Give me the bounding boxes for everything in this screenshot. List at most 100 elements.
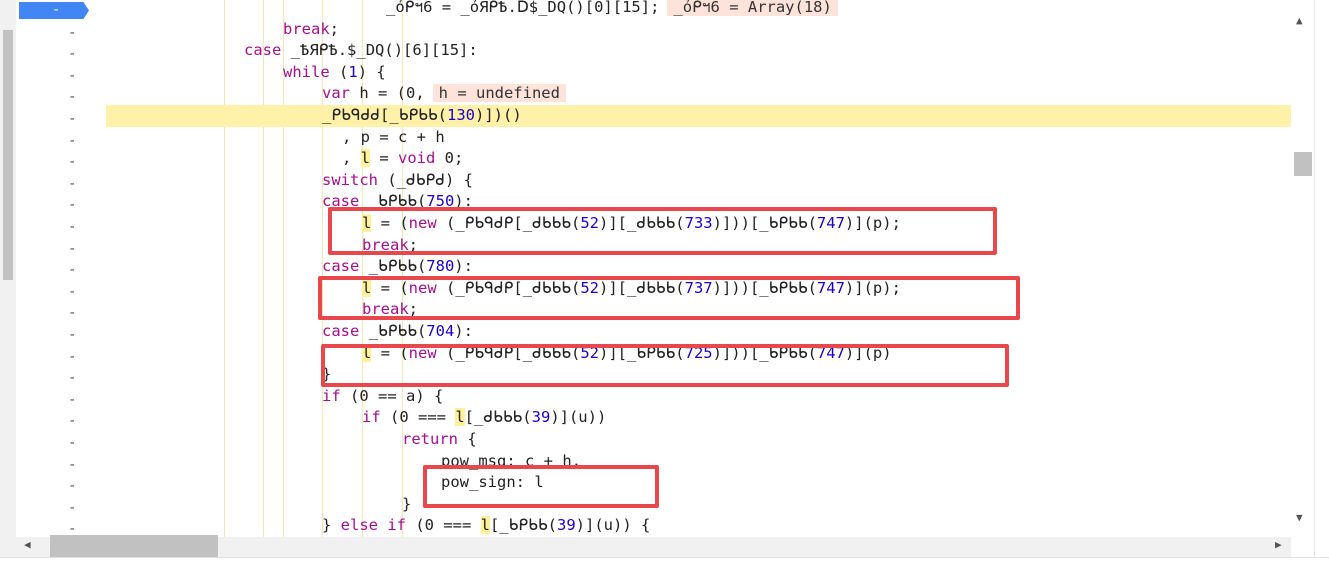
gutter-marker: - (68, 435, 77, 451)
gutter-line[interactable]: - (16, 282, 106, 304)
gutter-marker: - (68, 478, 77, 495)
annotation-box-case-704 (321, 344, 1009, 387)
scroll-right-icon[interactable]: ▶ (1275, 538, 1282, 551)
gutter-line[interactable]: - (16, 174, 106, 196)
current-execution-line[interactable]: _ᑭᑲᑫᑯᑯ[_ᑲᑭᑲᑲ(130)])() (106, 105, 1291, 127)
gutter-line[interactable]: - (16, 131, 106, 153)
gutter-marker: - (68, 413, 77, 430)
gutter-line[interactable]: - (16, 152, 106, 174)
code-line[interactable]: return { (106, 429, 1291, 451)
code-text: switch (_ᑯᑲᑭᑯ) { (322, 170, 473, 189)
gutter-marker: - (68, 219, 77, 235)
code-text: case _ᑲᑭᑲᑲ(780): (322, 257, 473, 276)
annotation-box-case-780 (318, 276, 1020, 320)
code-line[interactable]: } (106, 494, 1291, 516)
gutter-line[interactable]: - (16, 109, 106, 131)
code-text: case _ᑲᑭᑲᑲ(704): (322, 322, 473, 340)
gutter-marker: - (68, 456, 77, 473)
code-text: _ᑭᑲᑫᑯᑯ[_ᑲᑭᑲᑲ(130)])() (322, 106, 522, 124)
vertical-scrollbar[interactable] (1291, 8, 1314, 528)
code-line[interactable]: _ỏᑭฯ6 = _ỏЯᑭѢ.ᗞ$_DQ()[0][15]; _ỏᑭฯ6 = Arr… (106, 0, 1291, 19)
gutter-line[interactable]: - (16, 23, 106, 45)
gutter-line[interactable]: - (16, 66, 106, 88)
scroll-up-icon[interactable]: ▲ (1296, 14, 1303, 27)
code-line[interactable]: , l = void 0; (106, 148, 1291, 170)
vertical-scroll-thumb[interactable] (1294, 152, 1312, 176)
gutter-marker: - (68, 283, 77, 300)
code-line[interactable]: pow_msg: c + h, (106, 451, 1291, 473)
code-line[interactable]: case _ᑲᑭᑲᑲ(780): (106, 256, 1291, 278)
code-text: if (0 == a) { (322, 386, 444, 405)
gutter-marker: - (68, 391, 77, 408)
code-line[interactable]: pow_sign: l (106, 472, 1291, 494)
gutter-line[interactable]: - (16, 433, 106, 455)
gutter-marker: - (68, 67, 77, 84)
code-line[interactable]: break; (106, 19, 1291, 41)
gutter-line[interactable]: - (16, 44, 106, 66)
code-line[interactable]: } else if (0 === l[_ᑲᑭᑲᑲ(39)](u)) { (106, 515, 1291, 537)
gutter-line[interactable]: - (16, 239, 106, 261)
gutter-line[interactable]: - (16, 195, 106, 217)
horizontal-scroll-thumb[interactable] (50, 535, 218, 557)
gutter-marker: - (68, 262, 77, 279)
gutter-line[interactable]: - (16, 476, 106, 498)
inline-value-preview: _ỏᑭฯ6 = Array(18) (667, 0, 838, 16)
code-line[interactable]: switch (_ᑯᑲᑭᑯ) { (106, 170, 1291, 192)
gutter-line[interactable]: - (16, 368, 106, 390)
gutter-marker: - (68, 24, 77, 41)
scroll-left-icon[interactable]: ◀ (24, 538, 31, 551)
code-editor[interactable]: _ỏᑭฯ6 = _ỏЯᑭѢ.ᗞ$_DQ()[0][15]; _ỏᑭฯ6 = Arr… (106, 0, 1291, 537)
status-strip (0, 557, 1329, 571)
code-text: if (0 === l[_ᑯᑲᑲᑲ(39)](u)) (362, 408, 607, 427)
gutter-line[interactable]: - (16, 87, 106, 109)
code-line[interactable]: if (0 === l[_ᑯᑲᑲᑲ(39)](u)) (106, 407, 1291, 429)
gutter-marker: - (68, 197, 77, 214)
gutter-marker: - (68, 348, 77, 365)
code-text: while (1) { (283, 62, 386, 81)
gutter-marker: - (68, 154, 77, 171)
gutter-marker: - (68, 111, 77, 127)
gutter-line[interactable]: - (16, 390, 106, 412)
code-text: , p = c + h (342, 127, 445, 146)
gutter-marker: - (68, 327, 77, 343)
left-panel-scroll-thumb[interactable] (3, 30, 13, 280)
code-line[interactable]: case _ᑲᑭᑲᑲ(704): (106, 321, 1291, 343)
code-text: } else if (0 === l[_ᑲᑭᑲᑲ(39)](u)) { (322, 516, 651, 535)
scroll-down-icon[interactable]: ▼ (1296, 511, 1303, 524)
gutter-marker: - (68, 499, 77, 516)
gutter-line[interactable]: - (16, 498, 106, 520)
breakpoint-marker[interactable]: - (19, 2, 89, 19)
code-text: return { (402, 430, 477, 448)
gutter-marker: - (68, 370, 77, 387)
annotation-box-case-750 (328, 207, 997, 255)
gutter-marker: - (52, 2, 61, 18)
left-panel-scrollbar[interactable] (0, 0, 17, 557)
inline-value-preview: h = undefined (432, 84, 566, 103)
code-text: , l = void 0; (342, 149, 464, 168)
code-line[interactable]: if (0 == a) { (106, 386, 1291, 408)
gutter-marker: - (68, 46, 77, 63)
code-line[interactable]: case _ѢЯᑭѢ.$_DQ()[6][15]: (106, 40, 1291, 62)
gutter-line[interactable]: - (16, 455, 106, 477)
gutter-line[interactable]: - (16, 260, 106, 282)
code-text: _ỏᑭฯ6 = _ỏЯᑭѢ.ᗞ$_DQ()[0][15]; _ỏᑭฯ6 = Arr… (386, 0, 838, 19)
code-text: break; (283, 19, 340, 38)
code-line[interactable]: , p = c + h (106, 127, 1291, 149)
gutter-line[interactable]: - (16, 217, 106, 239)
gutter-marker: - (68, 89, 77, 106)
line-gutter: - - - - - - - - - - - - - - - - - - - - - - - - (16, 0, 106, 537)
gutter-line[interactable]: - (16, 325, 106, 347)
gutter-line[interactable]: - (16, 303, 106, 325)
gutter-marker: - (68, 175, 77, 192)
gutter-marker: - (68, 240, 77, 257)
code-line[interactable]: while (1) { (106, 62, 1291, 84)
code-text: } (402, 494, 412, 513)
annotation-box-pow-sign (423, 465, 659, 508)
gutter-line[interactable]: - (16, 411, 106, 433)
gutter-marker: - (68, 305, 77, 322)
gutter-line[interactable]: - (16, 347, 106, 369)
code-line[interactable]: var h = (0, h = undefined (106, 83, 1291, 105)
gutter-marker: - (68, 132, 77, 149)
code-text: case _ѢЯᑭѢ.$_DQ()[6][15]: (244, 41, 478, 60)
code-text: var h = (0, h = undefined (322, 83, 566, 105)
